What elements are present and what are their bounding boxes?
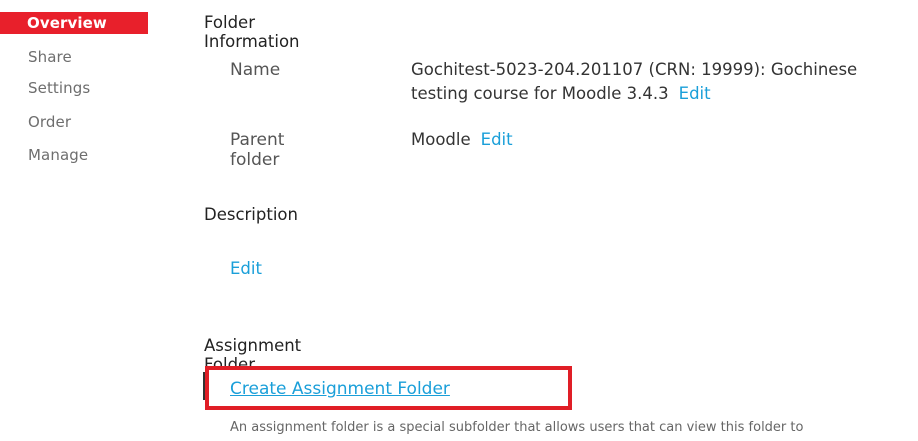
name-label: Name <box>230 60 281 80</box>
sidebar-item-order[interactable]: Order <box>28 113 71 131</box>
sidebar-item-settings[interactable]: Settings <box>28 79 90 97</box>
description-edit-link[interactable]: Edit <box>230 259 262 278</box>
name-line-1: Gochitest-5023-204.201107 (CRN: 19999): … <box>411 60 858 79</box>
sidebar-item-manage[interactable]: Manage <box>28 146 88 164</box>
parent-folder-edit-link[interactable]: Edit <box>481 130 513 149</box>
name-edit-link[interactable]: Edit <box>679 84 711 103</box>
parent-folder-name: Moodle <box>411 130 471 149</box>
sidebar-item-overview[interactable]: Overview <box>0 12 148 34</box>
parent-folder-label: Parent folder <box>230 130 285 170</box>
name-value: Gochitest-5023-204.201107 (CRN: 19999): … <box>411 58 911 106</box>
parent-folder-value: Moodle Edit <box>411 128 513 152</box>
assignment-folder-help-text: An assignment folder is a special subfol… <box>230 420 804 435</box>
description-heading: Description <box>204 205 298 224</box>
sidebar-item-share[interactable]: Share <box>28 48 72 66</box>
create-assignment-folder-link[interactable]: Create Assignment Folder <box>230 379 450 399</box>
name-line-2: testing course for Moodle 3.4.3 <box>411 84 669 103</box>
folder-info-heading: Folder Information <box>204 13 300 51</box>
